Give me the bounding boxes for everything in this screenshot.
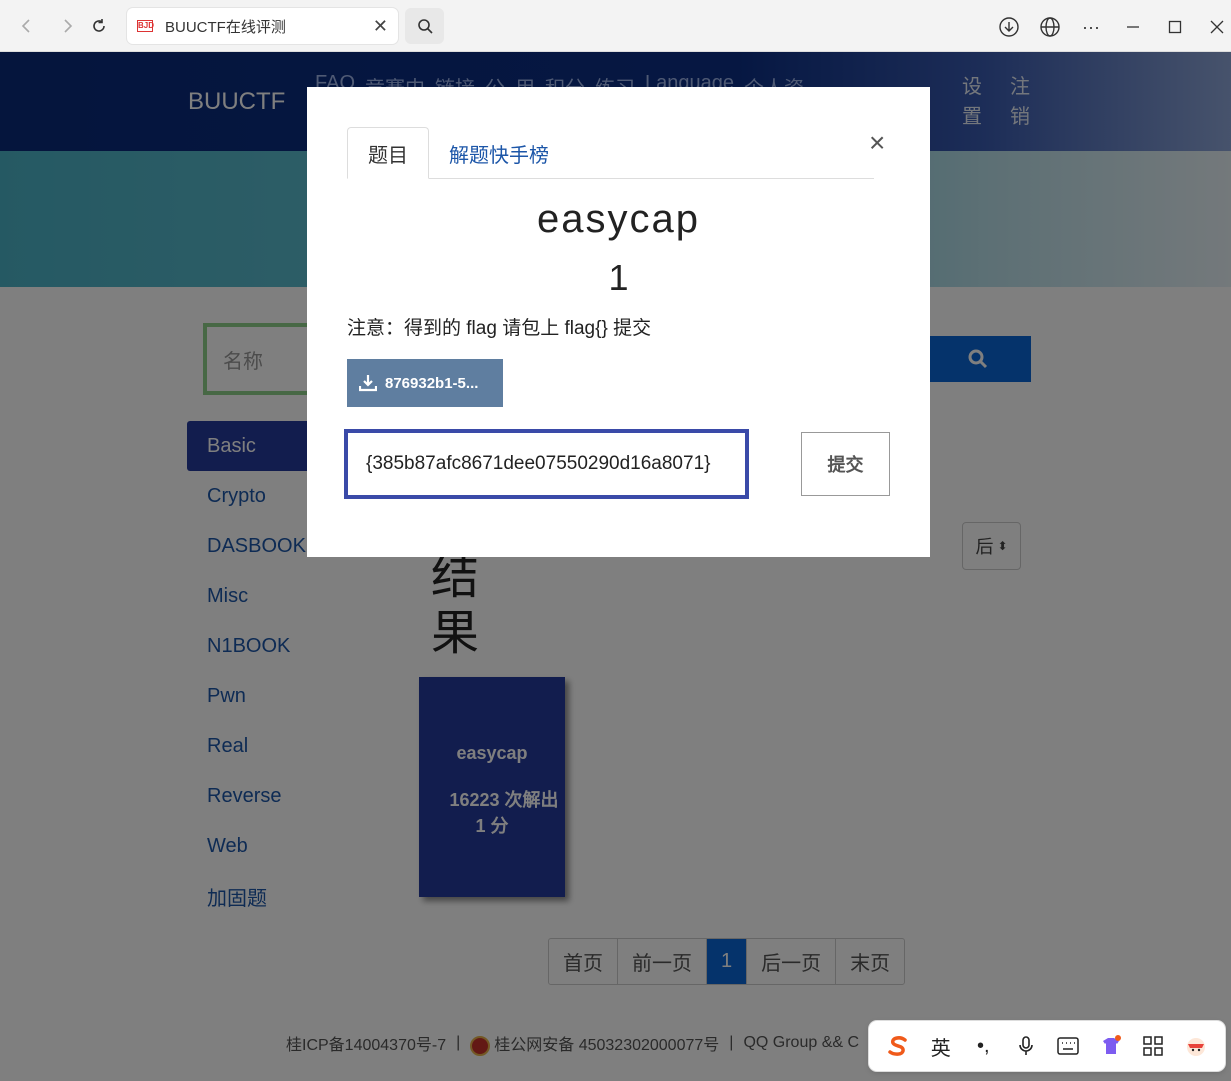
download-file-label: 876932b1-5...	[385, 374, 479, 392]
tab-close-icon[interactable]: ✕	[373, 16, 388, 37]
ime-toolbar: 英 •,	[869, 1021, 1225, 1071]
flag-input[interactable]	[344, 429, 749, 499]
minimize-icon[interactable]	[1120, 14, 1146, 40]
modal-tabs: 题目 解题快手榜	[347, 127, 874, 179]
refresh-icon[interactable]	[85, 12, 113, 40]
tab-search-icon[interactable]	[405, 8, 444, 44]
download-icon[interactable]	[996, 14, 1022, 40]
microphone-icon[interactable]	[1010, 1030, 1042, 1062]
keyboard-icon[interactable]	[1052, 1030, 1084, 1062]
challenge-points: 1	[608, 257, 629, 298]
window-close-icon[interactable]	[1204, 14, 1230, 40]
challenge-modal: 题目 解题快手榜 × easycap 1 注意：得到的 flag 请包上 fla…	[307, 87, 930, 557]
sogou-logo-icon[interactable]	[882, 1030, 914, 1062]
ime-mode[interactable]: 英	[925, 1030, 957, 1062]
forward-icon[interactable]	[53, 12, 81, 40]
maximize-icon[interactable]	[1162, 14, 1188, 40]
browser-tab[interactable]: BJD BUUCTF在线评测 ✕	[127, 8, 398, 44]
challenge-name: easycap	[537, 197, 700, 241]
tab-solves[interactable]: 解题快手榜	[429, 127, 569, 179]
globe-icon[interactable]	[1037, 14, 1063, 40]
mascot-icon[interactable]	[1180, 1030, 1212, 1062]
close-icon[interactable]: ×	[869, 127, 885, 159]
download-icon	[359, 375, 377, 392]
ime-punctuation[interactable]: •,	[967, 1030, 999, 1062]
apps-grid-icon[interactable]	[1137, 1030, 1169, 1062]
tab-challenge[interactable]: 题目	[347, 127, 429, 179]
flag-notice: 注意：得到的 flag 请包上 flag{} 提交	[347, 318, 652, 339]
browser-toolbar: BJD BUUCTF在线评测 ✕ ···	[0, 0, 1231, 52]
submit-button[interactable]: 提交	[801, 432, 890, 496]
download-file-button[interactable]: 876932b1-5...	[347, 359, 503, 407]
tab-title: BUUCTF在线评测	[165, 18, 286, 36]
skin-icon[interactable]	[1095, 1030, 1127, 1062]
favicon-icon: BJD	[137, 20, 155, 32]
back-icon[interactable]	[13, 12, 41, 40]
more-icon[interactable]: ···	[1078, 14, 1104, 40]
